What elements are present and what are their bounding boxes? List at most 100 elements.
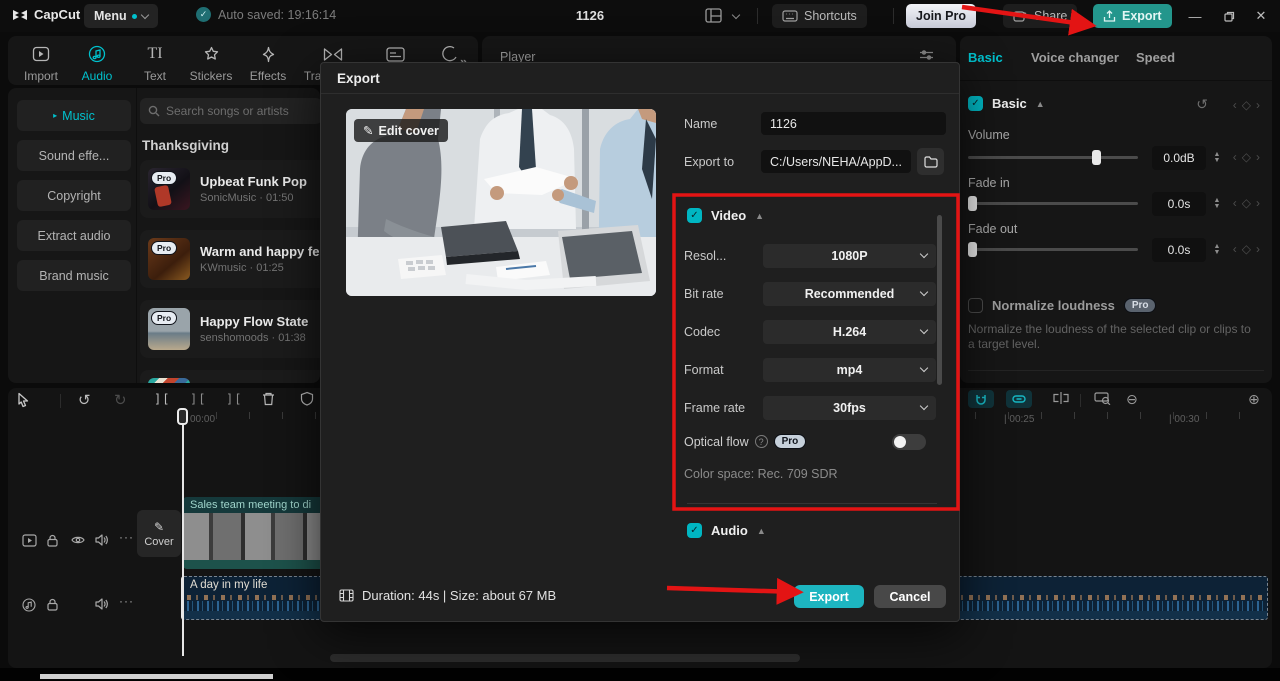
volume-keyframe-nav[interactable]: ‹ ◇ › bbox=[1233, 150, 1260, 164]
fade-out-keyframe-nav[interactable]: ‹ ◇ › bbox=[1233, 242, 1260, 256]
collapse-icon[interactable]: ▲ bbox=[757, 526, 766, 536]
music-item[interactable]: Pro Happy Flow State senshomoods · 01:38 bbox=[140, 300, 320, 358]
zoom-in-icon[interactable]: ⊕ bbox=[1248, 391, 1260, 408]
search-input[interactable] bbox=[166, 104, 306, 118]
search-box[interactable] bbox=[140, 98, 320, 124]
player-settings-icon[interactable] bbox=[919, 50, 934, 60]
cover-button[interactable]: ✎ Cover bbox=[137, 510, 181, 557]
cancel-button[interactable]: Cancel bbox=[874, 585, 946, 608]
playhead-handle[interactable] bbox=[177, 408, 188, 425]
pro-badge: Pro bbox=[151, 311, 178, 325]
split-icon[interactable]: ][ bbox=[190, 392, 206, 406]
video-track-icon bbox=[22, 534, 37, 547]
collapse-icon[interactable]: ▲ bbox=[1036, 99, 1045, 109]
collapse-icon[interactable]: ▲ bbox=[755, 211, 764, 221]
normalize-checkbox[interactable] bbox=[968, 298, 983, 313]
volume-stepper[interactable]: ▲ ▼ bbox=[1210, 146, 1224, 170]
share-label: Share bbox=[1034, 9, 1068, 23]
lock-icon[interactable] bbox=[47, 598, 58, 611]
redo-icon[interactable]: ↻ bbox=[114, 391, 127, 409]
tab-voice-changer[interactable]: Voice changer bbox=[1031, 50, 1119, 65]
delete-icon[interactable] bbox=[262, 392, 275, 406]
optical-flow-toggle[interactable] bbox=[892, 434, 926, 450]
reset-icon[interactable]: ↺ bbox=[1196, 96, 1208, 113]
fade-in-slider-handle[interactable] bbox=[968, 196, 977, 211]
keyframe-nav[interactable]: ‹ ◇ › bbox=[1233, 98, 1260, 112]
volume-slider-handle[interactable] bbox=[1092, 150, 1101, 165]
volume-value[interactable]: 0.0dB bbox=[1152, 146, 1206, 170]
playhead-line[interactable] bbox=[182, 408, 184, 656]
mute-icon[interactable] bbox=[95, 534, 108, 546]
fade-out-slider[interactable] bbox=[968, 242, 1138, 257]
audio-checkbox[interactable]: ✓ bbox=[687, 523, 702, 538]
mute-icon[interactable] bbox=[95, 598, 108, 610]
basic-checkbox[interactable]: ✓ bbox=[968, 96, 983, 111]
share-button[interactable]: Share bbox=[1003, 4, 1078, 28]
mirror-split-icon[interactable] bbox=[1052, 392, 1070, 404]
export-to-input[interactable]: C:/Users/NEHA/AppD... bbox=[761, 150, 911, 173]
fade-in-stepper[interactable]: ▲ ▼ bbox=[1210, 192, 1224, 216]
zoom-out-icon[interactable]: ⊖ bbox=[1126, 391, 1138, 408]
sidebar-item-copyright[interactable]: Copyright bbox=[17, 180, 131, 211]
sidebar-item-music[interactable]: ▸ Music bbox=[17, 100, 131, 131]
magnetic-snap-icon[interactable] bbox=[968, 390, 994, 408]
fade-out-slider-handle[interactable] bbox=[968, 242, 977, 257]
browse-folder-button[interactable] bbox=[917, 148, 944, 175]
export-button-top[interactable]: Export bbox=[1093, 4, 1172, 28]
help-icon[interactable]: ? bbox=[754, 435, 768, 448]
select-tool-icon[interactable] bbox=[16, 392, 31, 408]
bitrate-dropdown[interactable]: Recommended bbox=[763, 282, 936, 306]
undo-icon[interactable]: ↺ bbox=[78, 391, 91, 409]
lock-icon[interactable] bbox=[47, 534, 58, 547]
fade-out-stepper[interactable]: ▲ ▼ bbox=[1210, 238, 1224, 262]
resolution-dropdown[interactable]: 1080P bbox=[763, 244, 936, 268]
import-icon bbox=[14, 42, 68, 66]
fade-out-value[interactable]: 0.0s bbox=[1152, 238, 1206, 262]
fade-in-keyframe-nav[interactable]: ‹ ◇ › bbox=[1233, 196, 1260, 210]
tab-speed[interactable]: Speed bbox=[1136, 50, 1175, 65]
tab-basic[interactable]: Basic bbox=[968, 50, 1003, 65]
edit-cover-button[interactable]: ✎ Edit cover bbox=[354, 119, 448, 142]
window-maximize-button[interactable] bbox=[1212, 0, 1246, 32]
preview-zoom-icon[interactable] bbox=[1094, 392, 1111, 405]
library-sidebar: ▸ Music Sound effe... Copyright Extract … bbox=[17, 100, 131, 300]
horizontal-scrollbar[interactable] bbox=[330, 654, 800, 662]
framerate-label: Frame rate bbox=[684, 401, 746, 415]
codec-dropdown[interactable]: H.264 bbox=[763, 320, 936, 344]
layout-switch-icon[interactable] bbox=[705, 8, 722, 23]
sidebar-item-sound-effects[interactable]: Sound effe... bbox=[17, 140, 131, 171]
music-item[interactable]: A day in my life AstroSound · 00:44 bbox=[140, 370, 320, 383]
format-dropdown[interactable]: mp4 bbox=[763, 358, 936, 382]
video-checkbox[interactable]: ✓ bbox=[687, 208, 702, 223]
export-confirm-button[interactable]: Export bbox=[794, 585, 864, 608]
sidebar-item-brand-music[interactable]: Brand music bbox=[17, 260, 131, 291]
name-label: Name bbox=[684, 117, 718, 131]
split-left-icon[interactable]: ][ bbox=[154, 392, 170, 406]
window-minimize-button[interactable]: — bbox=[1178, 0, 1212, 32]
ai-shield-icon[interactable] bbox=[300, 391, 314, 406]
tab-stickers[interactable]: Stickers bbox=[184, 42, 238, 83]
volume-slider[interactable] bbox=[968, 150, 1138, 165]
dialog-scrollbar[interactable] bbox=[937, 215, 942, 385]
tab-text[interactable]: TI Text bbox=[128, 42, 182, 83]
more-icon[interactable]: ··· bbox=[119, 530, 134, 544]
tab-effects[interactable]: Effects bbox=[241, 42, 295, 83]
format-label: Format bbox=[684, 363, 724, 377]
music-item[interactable]: Pro Upbeat Funk Pop SonicMusic · 01:50 bbox=[140, 160, 320, 218]
more-icon[interactable]: ··· bbox=[119, 594, 134, 608]
window-close-button[interactable]: ✕ bbox=[1244, 0, 1278, 32]
name-input[interactable]: 1126 bbox=[761, 112, 946, 135]
tab-import[interactable]: Import bbox=[14, 42, 68, 83]
sidebar-item-extract-audio[interactable]: Extract audio bbox=[17, 220, 131, 251]
pro-badge: Pro bbox=[151, 171, 178, 185]
split-right-icon[interactable]: ][ bbox=[226, 392, 242, 406]
join-pro-button[interactable]: Join Pro bbox=[906, 4, 977, 28]
shortcuts-button[interactable]: Shortcuts bbox=[772, 4, 867, 28]
eye-icon[interactable] bbox=[71, 535, 85, 545]
framerate-dropdown[interactable]: 30fps bbox=[763, 396, 936, 420]
fade-in-value[interactable]: 0.0s bbox=[1152, 192, 1206, 216]
link-icon[interactable] bbox=[1006, 390, 1032, 408]
tab-audio[interactable]: Audio bbox=[70, 42, 124, 83]
fade-in-slider[interactable] bbox=[968, 196, 1138, 211]
music-item[interactable]: Pro Warm and happy festi KWmusic · 01:25 bbox=[140, 230, 320, 288]
